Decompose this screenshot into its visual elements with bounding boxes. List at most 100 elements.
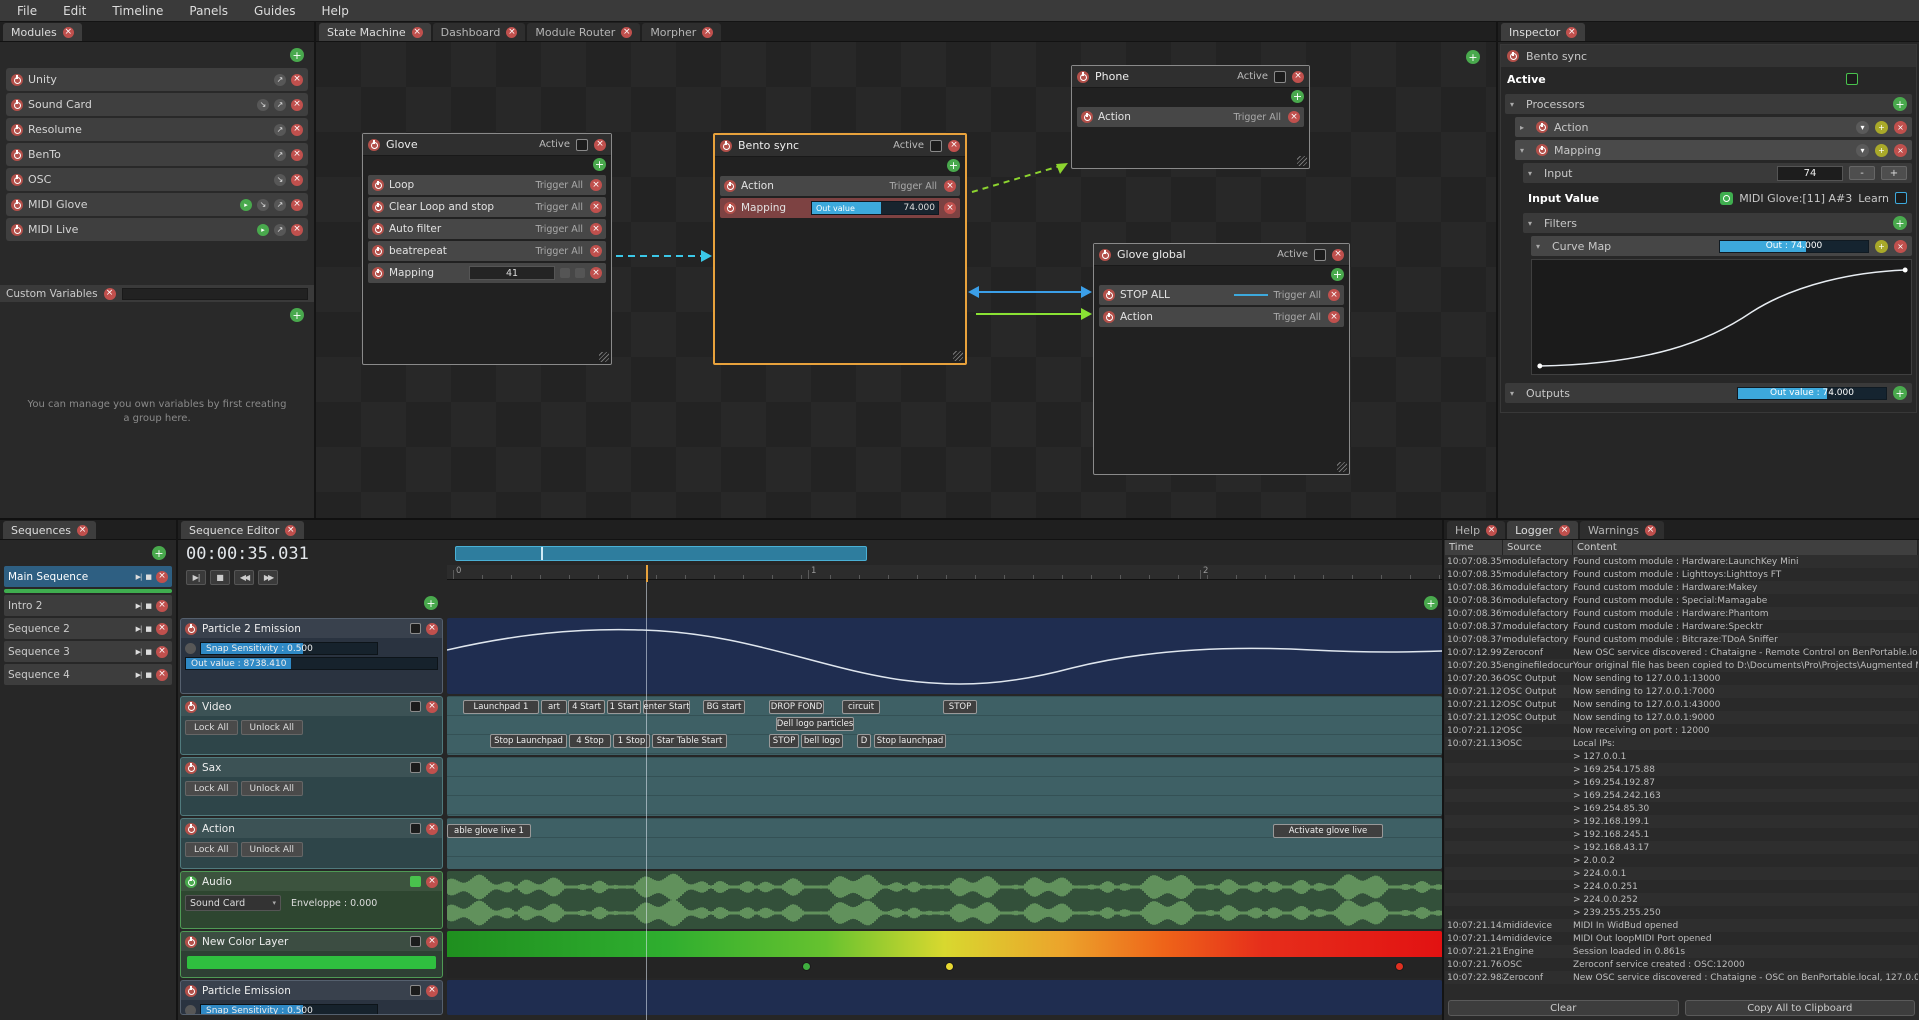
sequences-tab-sequences[interactable]: Sequences: [3, 521, 96, 539]
inspector-node-header[interactable]: Bento sync: [1501, 45, 1916, 67]
add-item-button[interactable]: [1331, 268, 1344, 281]
chevron-down-icon[interactable]: [1510, 100, 1520, 109]
layer-checkbox[interactable]: [410, 701, 421, 712]
knob-icon[interactable]: [185, 1005, 196, 1015]
timeline-overview[interactable]: [455, 546, 867, 561]
layer-header[interactable]: Action: [181, 819, 442, 838]
add-badge-icon[interactable]: [1875, 121, 1888, 134]
trigger-all-button[interactable]: Trigger All: [535, 224, 583, 235]
close-icon[interactable]: [426, 876, 438, 888]
clip-art[interactable]: art: [541, 700, 567, 714]
logger-tab-logger[interactable]: Logger: [1507, 521, 1578, 539]
close-icon[interactable]: [156, 646, 168, 658]
power-icon[interactable]: [185, 623, 197, 635]
power-icon[interactable]: [185, 762, 197, 774]
lock-all-button[interactable]: Lock All: [185, 720, 238, 735]
layer-sax[interactable]: SaxLock AllUnlock All: [180, 757, 443, 816]
clip-dell-logo-particles[interactable]: Dell logo particles: [776, 717, 854, 731]
close-icon[interactable]: [590, 201, 602, 213]
stop-icon[interactable]: [145, 648, 152, 656]
power-icon[interactable]: [1103, 311, 1115, 323]
add-module-button[interactable]: [290, 48, 304, 62]
add-variable-group-button[interactable]: [290, 308, 304, 322]
menu-edit[interactable]: Edit: [50, 0, 99, 22]
clip-4-stop[interactable]: 4 Stop: [569, 734, 611, 748]
input-icon[interactable]: [257, 199, 269, 211]
trigger-all-button[interactable]: Trigger All: [535, 180, 583, 191]
detach-icon[interactable]: [274, 224, 286, 236]
statemachine-tab-morpher[interactable]: Morpher: [642, 23, 721, 41]
close-icon[interactable]: [590, 179, 602, 191]
close-icon[interactable]: [426, 936, 438, 948]
track-video[interactable]: Launchpad 1art4 Start1 Startenter StartB…: [447, 696, 1442, 755]
layer-checkbox[interactable]: [410, 985, 421, 996]
snap-sensitivity-slider[interactable]: Snap Sensitivity : 0.500: [200, 642, 378, 655]
close-icon[interactable]: [1292, 71, 1304, 83]
color-keyframe[interactable]: [1395, 962, 1404, 971]
layer-audio[interactable]: AudioSound Card▾Enveloppe : 0.000: [180, 871, 443, 929]
add-state-button[interactable]: [1466, 50, 1480, 64]
close-icon[interactable]: [63, 27, 74, 38]
detach-icon[interactable]: [274, 149, 286, 161]
log-column-source[interactable]: Source: [1503, 540, 1573, 555]
clip-stop[interactable]: STOP: [943, 700, 977, 714]
detach-icon[interactable]: [274, 99, 286, 111]
chevron-right-icon[interactable]: [1520, 123, 1530, 132]
trigger-all-button[interactable]: Trigger All: [1273, 312, 1321, 323]
close-icon[interactable]: [291, 224, 303, 236]
node-item-auto-filter[interactable]: Auto filterTrigger All: [368, 219, 606, 239]
out-value-bar[interactable]: Out value74.000: [811, 201, 939, 215]
module-item-bento[interactable]: BenTo: [6, 143, 308, 166]
power-icon[interactable]: [372, 223, 384, 235]
close-icon[interactable]: [1328, 311, 1340, 323]
node-header[interactable]: PhoneActive: [1072, 66, 1309, 88]
unlock-all-button[interactable]: Unlock All: [241, 842, 303, 857]
decrement-button[interactable]: -: [1849, 166, 1875, 180]
node-item-action[interactable]: ActionTrigger All: [720, 176, 960, 196]
layer-checkbox[interactable]: [410, 936, 421, 947]
track-audio[interactable]: [447, 871, 1442, 929]
play-pause-button[interactable]: [186, 570, 206, 585]
clip-stop-launchpad[interactable]: Stop launchpad: [874, 734, 946, 748]
logger-tab-warnings[interactable]: Warnings: [1580, 521, 1664, 539]
close-icon[interactable]: [1559, 525, 1570, 536]
module-item-midi-glove[interactable]: MIDI Glove: [6, 193, 308, 216]
add-item-button[interactable]: [1291, 90, 1304, 103]
active-checkbox[interactable]: [1846, 73, 1858, 85]
power-icon[interactable]: [368, 139, 380, 151]
collapse-badge-icon[interactable]: [1856, 144, 1869, 157]
clip-stop-launchpad[interactable]: Stop Launchpad: [490, 734, 567, 748]
power-icon[interactable]: [724, 202, 736, 214]
custom-variables-header[interactable]: Custom Variables: [0, 285, 314, 302]
add-filter-button[interactable]: [1893, 216, 1907, 230]
track-action[interactable]: able glove live 1Activate glove live: [447, 818, 1442, 869]
statemachine-tab-dashboard[interactable]: Dashboard: [433, 23, 526, 41]
module-item-osc[interactable]: OSC: [6, 168, 308, 191]
timeline-ruler[interactable]: 012: [447, 565, 1442, 580]
stop-icon[interactable]: [145, 602, 152, 610]
input-icon[interactable]: [257, 99, 269, 111]
chevron-down-icon[interactable]: [1536, 242, 1546, 251]
active-checkbox[interactable]: [1314, 249, 1326, 261]
add-layer-button[interactable]: [424, 596, 438, 610]
sequence-item-sequence-3[interactable]: Sequence 3: [4, 641, 172, 662]
processor-action-row[interactable]: Action: [1515, 117, 1912, 137]
module-item-unity[interactable]: Unity: [6, 68, 308, 91]
close-icon[interactable]: [590, 223, 602, 235]
clip-able-glove-live-1[interactable]: able glove live 1: [447, 824, 531, 838]
node-phone[interactable]: PhoneActiveActionTrigger All: [1071, 65, 1310, 169]
power-icon[interactable]: [185, 823, 197, 835]
layer-header[interactable]: Audio: [181, 872, 442, 891]
curve-map-editor[interactable]: [1531, 259, 1912, 375]
close-icon[interactable]: [1332, 249, 1344, 261]
time-display[interactable]: 00:00:35.031: [186, 544, 309, 564]
clip-drop-fond[interactable]: DROP FOND: [769, 700, 824, 714]
automation-curve[interactable]: [447, 618, 1442, 694]
track-new-color-layer[interactable]: [447, 931, 1442, 978]
play-icon[interactable]: [136, 625, 142, 633]
close-icon[interactable]: [1566, 27, 1577, 38]
layer-header[interactable]: Sax: [181, 758, 442, 777]
filters-section-header[interactable]: Filters: [1523, 213, 1912, 233]
snap-sensitivity-slider[interactable]: Snap Sensitivity : 0.500: [200, 1004, 378, 1015]
power-icon[interactable]: [372, 245, 384, 257]
